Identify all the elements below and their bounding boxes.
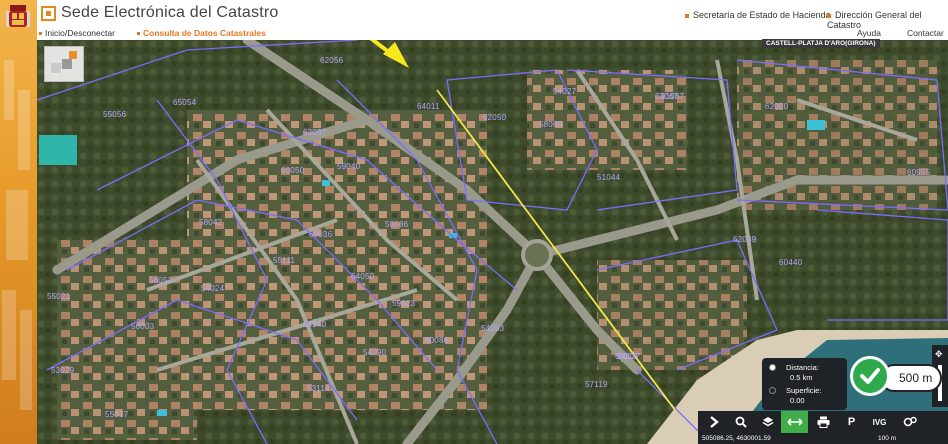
parcel-label: 64050	[351, 272, 375, 281]
area-label: Superficie:	[786, 386, 822, 395]
parcel-label: 54053	[481, 324, 505, 333]
coordinates-readout: 505086.25, 4630001.59	[702, 435, 771, 442]
overview-map-widget[interactable]	[44, 46, 84, 82]
measure-icon[interactable]	[781, 411, 808, 433]
parcel-label: 56053	[149, 276, 173, 285]
search-icon[interactable]	[727, 411, 754, 433]
map-toolbar: P IVG	[698, 411, 948, 433]
link-direccion[interactable]: Dirección General del Catastro	[827, 10, 948, 30]
parcel-label: 51044	[597, 173, 621, 182]
parcel-label: 59040	[337, 162, 361, 171]
side-banner	[0, 0, 37, 444]
scale-readout: 100 m	[878, 435, 897, 442]
distance-label: Distancia:	[786, 363, 819, 372]
municipality-label: CASTELL-PLATJA D'ARO(GIRONA)	[762, 39, 880, 48]
parking-icon[interactable]: P	[838, 411, 865, 433]
parcel-label: 55017	[105, 410, 129, 419]
parcel-label: 55021	[47, 292, 71, 301]
parcel-label: 65054	[173, 98, 197, 107]
layers-icon[interactable]	[754, 411, 781, 433]
parcel-label: 54940	[303, 320, 327, 329]
parcel-label: 53114	[307, 384, 330, 393]
parcel-label: 62056	[320, 56, 344, 65]
parcel-label: 62050	[483, 113, 507, 122]
parcel-label: 54127	[617, 352, 641, 361]
measure-panel: Distancia: 0.5 km Superficie: 0.00	[762, 358, 847, 410]
parcel-label: 54024	[201, 284, 225, 293]
parcel-label: 60955	[907, 168, 931, 177]
coordinates-bar: 505086.25, 4630001.59 100 m	[698, 433, 948, 444]
nav-contactar[interactable]: Contactar	[907, 28, 944, 39]
parcel-label: 61067	[661, 92, 685, 101]
parcel-label: 58042	[199, 218, 223, 227]
parcel-label: 58086	[385, 220, 409, 229]
settings-icon[interactable]	[896, 411, 923, 433]
parcel-label: 55111	[273, 256, 296, 265]
parcel-label: 53029	[51, 366, 75, 375]
nav-consulta[interactable]: Consulta de Datos Catastrales	[137, 28, 266, 39]
parcel-label: 55056	[103, 110, 127, 119]
print-icon[interactable]	[810, 411, 837, 433]
parcel-label: 56003	[131, 322, 155, 331]
parcel-label: 60440	[779, 258, 803, 267]
area-radio[interactable]	[769, 387, 776, 394]
parcel-label: 54090	[363, 348, 387, 357]
parcel-label: 60036	[309, 230, 333, 239]
nav-login[interactable]: Inicio/Desconectar	[39, 28, 115, 39]
catastro-logo-icon	[41, 6, 56, 21]
site-title[interactable]: Sede Electrónica del Catastro	[61, 4, 278, 22]
chevron-right-icon[interactable]	[700, 411, 727, 433]
parcel-label: 60050	[281, 166, 305, 175]
parcel-label: 64011	[417, 102, 440, 111]
distance-value: 0.5 km	[790, 373, 813, 382]
parcel-label: 60086	[425, 336, 449, 345]
area-value: 0.00	[790, 396, 805, 405]
scale-badge-text: 500 m	[899, 371, 933, 385]
parcel-label: 54027	[553, 87, 577, 96]
site-header: Sede Electrónica del Catastro Secretaría…	[37, 0, 948, 30]
parcel-label: 63097	[303, 128, 327, 137]
ivg-icon[interactable]: IVG	[866, 411, 893, 433]
parcel-label: 59023	[392, 299, 416, 308]
link-secretaria[interactable]: Secretaría de Estado de Hacienda	[685, 10, 831, 20]
parcel-label: 57119	[585, 380, 608, 389]
parcel-label: 62000	[765, 102, 789, 111]
coat-of-arms-icon	[6, 5, 30, 27]
distance-radio[interactable]	[769, 364, 776, 371]
check-icon[interactable]	[850, 356, 890, 396]
parcel-label: 58060	[539, 120, 563, 129]
pan-icon[interactable]: ✥	[935, 349, 945, 359]
parcel-label: 62039	[733, 235, 757, 244]
nav-ayuda[interactable]: Ayuda	[857, 28, 881, 39]
